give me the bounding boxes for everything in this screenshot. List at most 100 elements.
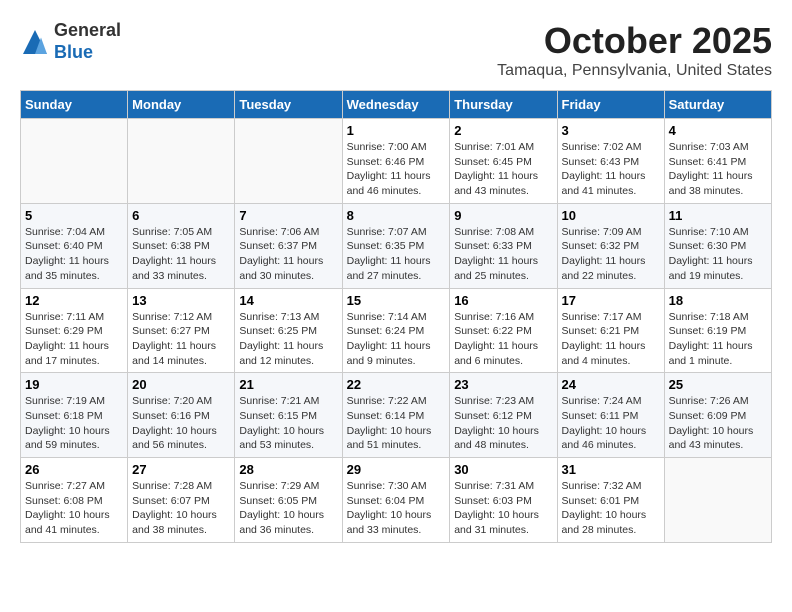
day-number: 30 bbox=[454, 462, 552, 477]
calendar-week-5: 26Sunrise: 7:27 AM Sunset: 6:08 PM Dayli… bbox=[21, 458, 772, 543]
day-number: 10 bbox=[562, 208, 660, 223]
day-number: 6 bbox=[132, 208, 230, 223]
day-info: Sunrise: 7:13 AM Sunset: 6:25 PM Dayligh… bbox=[239, 310, 337, 369]
calendar-cell: 13 Sunrise: 7:12 AM Sunset: 6:27 PM Dayli… bbox=[128, 288, 235, 373]
day-number: 26 bbox=[25, 462, 123, 477]
calendar-cell: 8 Sunrise: 7:07 AM Sunset: 6:35 PM Daylig… bbox=[342, 203, 450, 288]
calendar-cell: 12 Sunrise: 7:11 AM Sunset: 6:29 PM Dayli… bbox=[21, 288, 128, 373]
day-info: Sunrise: 7:11 AM Sunset: 6:29 PM Dayligh… bbox=[25, 310, 123, 369]
day-info: Sunrise: 7:30 AM Sunset: 6:04 PM Dayligh… bbox=[347, 479, 446, 538]
calendar-cell: 2Sunrise: 7:01 AM Sunset: 6:45 PM Daylig… bbox=[450, 119, 557, 204]
calendar-cell: 20Sunrise: 7:20 AM Sunset: 6:16 PM Dayli… bbox=[128, 373, 235, 458]
day-info: Sunrise: 7:14 AM Sunset: 6:24 PM Dayligh… bbox=[347, 310, 446, 369]
calendar-cell: 16Sunrise: 7:16 AM Sunset: 6:22 PM Dayli… bbox=[450, 288, 557, 373]
day-number: 22 bbox=[347, 377, 446, 392]
day-number: 28 bbox=[239, 462, 337, 477]
day-info: Sunrise: 7:02 AM Sunset: 6:43 PM Dayligh… bbox=[562, 140, 660, 199]
calendar-week-3: 12 Sunrise: 7:11 AM Sunset: 6:29 PM Dayli… bbox=[21, 288, 772, 373]
month-title: October 2025 bbox=[497, 20, 772, 62]
calendar-cell: 30 Sunrise: 7:31 AM Sunset: 6:03 PM Dayli… bbox=[450, 458, 557, 543]
day-number: 16 bbox=[454, 293, 552, 308]
day-info: Sunrise: 7:31 AM Sunset: 6:03 PM Dayligh… bbox=[454, 479, 552, 538]
day-number: 8 bbox=[347, 208, 446, 223]
day-number: 11 bbox=[669, 208, 767, 223]
calendar-cell: 9 Sunrise: 7:08 AM Sunset: 6:33 PM Daylig… bbox=[450, 203, 557, 288]
day-info: Sunrise: 7:09 AM Sunset: 6:32 PM Dayligh… bbox=[562, 225, 660, 284]
weekday-header-thursday: Thursday bbox=[450, 91, 557, 119]
weekday-header-sunday: Sunday bbox=[21, 91, 128, 119]
day-info: Sunrise: 7:05 AM Sunset: 6:38 PM Dayligh… bbox=[132, 225, 230, 284]
calendar-cell: 3 Sunrise: 7:02 AM Sunset: 6:43 PM Daylig… bbox=[557, 119, 664, 204]
day-number: 24 bbox=[562, 377, 660, 392]
day-number: 14 bbox=[239, 293, 337, 308]
day-info: Sunrise: 7:17 AM Sunset: 6:21 PM Dayligh… bbox=[562, 310, 660, 369]
calendar-cell bbox=[235, 119, 342, 204]
calendar-cell: 10 Sunrise: 7:09 AM Sunset: 6:32 PM Dayli… bbox=[557, 203, 664, 288]
day-info: Sunrise: 7:12 AM Sunset: 6:27 PM Dayligh… bbox=[132, 310, 230, 369]
calendar-cell: 17 Sunrise: 7:17 AM Sunset: 6:21 PM Dayli… bbox=[557, 288, 664, 373]
calendar-cell: 11 Sunrise: 7:10 AM Sunset: 6:30 PM Dayli… bbox=[664, 203, 771, 288]
calendar-cell: 31Sunrise: 7:32 AM Sunset: 6:01 PM Dayli… bbox=[557, 458, 664, 543]
day-number: 27 bbox=[132, 462, 230, 477]
day-number: 4 bbox=[669, 123, 767, 138]
day-info: Sunrise: 7:07 AM Sunset: 6:35 PM Dayligh… bbox=[347, 225, 446, 284]
calendar-cell: 24 Sunrise: 7:24 AM Sunset: 6:11 PM Dayli… bbox=[557, 373, 664, 458]
calendar-cell: 21 Sunrise: 7:21 AM Sunset: 6:15 PM Dayli… bbox=[235, 373, 342, 458]
day-info: Sunrise: 7:10 AM Sunset: 6:30 PM Dayligh… bbox=[669, 225, 767, 284]
logo-text: General Blue bbox=[54, 20, 121, 63]
day-info: Sunrise: 7:32 AM Sunset: 6:01 PM Dayligh… bbox=[562, 479, 660, 538]
calendar-cell bbox=[664, 458, 771, 543]
day-info: Sunrise: 7:06 AM Sunset: 6:37 PM Dayligh… bbox=[239, 225, 337, 284]
day-number: 7 bbox=[239, 208, 337, 223]
calendar-cell: 4 Sunrise: 7:03 AM Sunset: 6:41 PM Daylig… bbox=[664, 119, 771, 204]
day-info: Sunrise: 7:22 AM Sunset: 6:14 PM Dayligh… bbox=[347, 394, 446, 453]
day-info: Sunrise: 7:18 AM Sunset: 6:19 PM Dayligh… bbox=[669, 310, 767, 369]
day-number: 15 bbox=[347, 293, 446, 308]
day-info: Sunrise: 7:01 AM Sunset: 6:45 PM Dayligh… bbox=[454, 140, 552, 199]
day-number: 5 bbox=[25, 208, 123, 223]
calendar-cell: 26Sunrise: 7:27 AM Sunset: 6:08 PM Dayli… bbox=[21, 458, 128, 543]
day-info: Sunrise: 7:28 AM Sunset: 6:07 PM Dayligh… bbox=[132, 479, 230, 538]
day-info: Sunrise: 7:21 AM Sunset: 6:15 PM Dayligh… bbox=[239, 394, 337, 453]
calendar-cell: 25 Sunrise: 7:26 AM Sunset: 6:09 PM Dayli… bbox=[664, 373, 771, 458]
day-number: 13 bbox=[132, 293, 230, 308]
day-info: Sunrise: 7:26 AM Sunset: 6:09 PM Dayligh… bbox=[669, 394, 767, 453]
day-number: 12 bbox=[25, 293, 123, 308]
calendar-cell: 14 Sunrise: 7:13 AM Sunset: 6:25 PM Dayli… bbox=[235, 288, 342, 373]
day-number: 9 bbox=[454, 208, 552, 223]
day-info: Sunrise: 7:08 AM Sunset: 6:33 PM Dayligh… bbox=[454, 225, 552, 284]
calendar-cell: 19Sunrise: 7:19 AM Sunset: 6:18 PM Dayli… bbox=[21, 373, 128, 458]
calendar-cell: 15 Sunrise: 7:14 AM Sunset: 6:24 PM Dayli… bbox=[342, 288, 450, 373]
calendar-table: SundayMondayTuesdayWednesdayThursdayFrid… bbox=[20, 90, 772, 543]
day-number: 25 bbox=[669, 377, 767, 392]
day-number: 1 bbox=[347, 123, 446, 138]
weekday-header-friday: Friday bbox=[557, 91, 664, 119]
day-info: Sunrise: 7:03 AM Sunset: 6:41 PM Dayligh… bbox=[669, 140, 767, 199]
logo-icon bbox=[20, 27, 50, 57]
calendar-week-4: 19Sunrise: 7:19 AM Sunset: 6:18 PM Dayli… bbox=[21, 373, 772, 458]
calendar-cell bbox=[21, 119, 128, 204]
calendar-cell: 1 Sunrise: 7:00 AM Sunset: 6:46 PM Daylig… bbox=[342, 119, 450, 204]
day-info: Sunrise: 7:24 AM Sunset: 6:11 PM Dayligh… bbox=[562, 394, 660, 453]
day-info: Sunrise: 7:04 AM Sunset: 6:40 PM Dayligh… bbox=[25, 225, 123, 284]
calendar-cell bbox=[128, 119, 235, 204]
day-number: 29 bbox=[347, 462, 446, 477]
weekday-header-row: SundayMondayTuesdayWednesdayThursdayFrid… bbox=[21, 91, 772, 119]
calendar-cell: 6 Sunrise: 7:05 AM Sunset: 6:38 PM Daylig… bbox=[128, 203, 235, 288]
calendar-cell: 28 Sunrise: 7:29 AM Sunset: 6:05 PM Dayli… bbox=[235, 458, 342, 543]
day-number: 20 bbox=[132, 377, 230, 392]
day-number: 3 bbox=[562, 123, 660, 138]
day-number: 21 bbox=[239, 377, 337, 392]
day-number: 17 bbox=[562, 293, 660, 308]
calendar-cell: 5 Sunrise: 7:04 AM Sunset: 6:40 PM Daylig… bbox=[21, 203, 128, 288]
day-info: Sunrise: 7:29 AM Sunset: 6:05 PM Dayligh… bbox=[239, 479, 337, 538]
calendar-week-2: 5 Sunrise: 7:04 AM Sunset: 6:40 PM Daylig… bbox=[21, 203, 772, 288]
day-info: Sunrise: 7:00 AM Sunset: 6:46 PM Dayligh… bbox=[347, 140, 446, 199]
calendar-cell: 18Sunrise: 7:18 AM Sunset: 6:19 PM Dayli… bbox=[664, 288, 771, 373]
day-info: Sunrise: 7:23 AM Sunset: 6:12 PM Dayligh… bbox=[454, 394, 552, 453]
calendar-cell: 27 Sunrise: 7:28 AM Sunset: 6:07 PM Dayli… bbox=[128, 458, 235, 543]
calendar-cell: 22 Sunrise: 7:22 AM Sunset: 6:14 PM Dayli… bbox=[342, 373, 450, 458]
weekday-header-saturday: Saturday bbox=[664, 91, 771, 119]
calendar-cell: 23 Sunrise: 7:23 AM Sunset: 6:12 PM Dayli… bbox=[450, 373, 557, 458]
day-number: 23 bbox=[454, 377, 552, 392]
